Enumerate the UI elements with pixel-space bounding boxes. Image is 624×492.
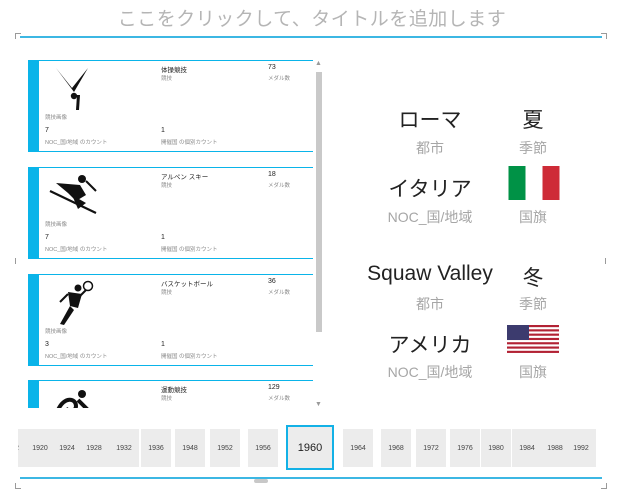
sport-card[interactable]: 競技画像 バスケットボール 競技 36 メダル数 3 NOC_国/地域 のカウン… bbox=[28, 274, 313, 366]
usa-flag-icon bbox=[507, 325, 559, 353]
summer-city-label: 都市 bbox=[416, 140, 444, 156]
winter-flag-label: 国旗 bbox=[519, 364, 547, 380]
medal-count: 36 bbox=[268, 278, 276, 285]
host-count-label: 開催国 の個別カウント bbox=[161, 140, 218, 146]
year-tile[interactable]: 1948 bbox=[175, 429, 205, 467]
summer-season-label: 季節 bbox=[519, 140, 547, 156]
summer-season: 夏 bbox=[522, 109, 544, 132]
card-divider bbox=[39, 380, 313, 381]
year-timeline-slicer[interactable]: 2 1920 1924 1928 1932 1936 1948 1952 195… bbox=[18, 425, 603, 470]
resize-handle-right[interactable] bbox=[605, 258, 606, 264]
card-accent-bar bbox=[28, 60, 39, 152]
scrollbar-thumb[interactable] bbox=[316, 72, 322, 332]
year-tile[interactable]: 1952 bbox=[210, 429, 240, 467]
card-divider bbox=[39, 167, 313, 168]
resize-corner-bottom-right[interactable] bbox=[601, 483, 607, 489]
card-image-label: 競技画像 bbox=[45, 115, 68, 121]
year-tile-selected[interactable]: 1960 bbox=[286, 425, 334, 470]
card-divider bbox=[39, 151, 313, 152]
card-list-scrollbar[interactable]: ▲ ▼ bbox=[314, 60, 323, 408]
card-divider bbox=[39, 365, 313, 366]
year-tile[interactable]: 1932 bbox=[109, 429, 139, 467]
sport-card-list[interactable]: 競技画像 体操競技 競技 73 メダル数 7 NOC_国/地域 のカウント 1 … bbox=[28, 60, 313, 408]
year-tile[interactable]: 1956 bbox=[248, 429, 278, 467]
year-tile[interactable]: 1920 bbox=[25, 429, 55, 467]
scroll-down-icon[interactable]: ▼ bbox=[315, 401, 322, 408]
host-count: 1 bbox=[161, 341, 165, 348]
sport-name: 運動競技 bbox=[161, 387, 187, 394]
medal-count: 73 bbox=[268, 64, 276, 71]
noc-count: 7 bbox=[45, 234, 49, 241]
winter-city: Squaw Valley bbox=[367, 262, 493, 285]
card-divider bbox=[39, 60, 313, 61]
year-tile[interactable]: 1936 bbox=[141, 429, 171, 467]
sport-name-label: 競技 bbox=[161, 290, 173, 296]
summer-city: ローマ bbox=[398, 109, 462, 132]
card-image-label: 競技画像 bbox=[45, 222, 68, 228]
noc-count-label: NOC_国/地域 のカウント bbox=[45, 354, 108, 360]
summer-noc-label: NOC_国/地域 bbox=[387, 209, 473, 225]
card-image-label: 競技画像 bbox=[45, 329, 68, 335]
card-divider bbox=[39, 274, 313, 275]
summer-flag-label: 国旗 bbox=[519, 209, 547, 225]
year-tile[interactable]: 1976 bbox=[450, 429, 480, 467]
year-tile[interactable]: 1992 bbox=[566, 429, 596, 467]
sport-name-label: 競技 bbox=[161, 76, 173, 82]
card-accent-bar bbox=[28, 274, 39, 366]
medal-count-label: メダル数 bbox=[268, 396, 291, 402]
year-tile[interactable]: 1980 bbox=[481, 429, 511, 467]
visual-frame-bottom-border bbox=[20, 477, 602, 479]
scroll-up-icon[interactable]: ▲ bbox=[315, 60, 322, 67]
card-accent-bar bbox=[28, 380, 39, 408]
sport-card[interactable]: 競技画像 体操競技 競技 73 メダル数 7 NOC_国/地域 のカウント 1 … bbox=[28, 60, 313, 152]
medal-count: 129 bbox=[268, 384, 280, 391]
title-placeholder[interactable]: ここをクリックして、タイトルを追加します bbox=[0, 4, 624, 31]
resize-handle-left[interactable] bbox=[15, 258, 16, 264]
year-tile[interactable]: 1972 bbox=[416, 429, 446, 467]
gymnastics-icon bbox=[56, 68, 88, 110]
resize-corner-top-right[interactable] bbox=[601, 33, 607, 39]
host-count: 1 bbox=[161, 127, 165, 134]
winter-noc: アメリカ bbox=[388, 334, 472, 357]
year-tile[interactable]: 1964 bbox=[343, 429, 373, 467]
alpine-skiing-icon bbox=[49, 175, 97, 214]
winter-noc-label: NOC_国/地域 bbox=[387, 364, 473, 380]
medal-count-label: メダル数 bbox=[268, 290, 291, 296]
year-tile[interactable]: 1968 bbox=[381, 429, 411, 467]
winter-season-label: 季節 bbox=[519, 296, 547, 312]
card-divider bbox=[39, 258, 313, 259]
winter-city-label: 都市 bbox=[416, 296, 444, 312]
year-tile[interactable]: 1984 bbox=[512, 429, 542, 467]
resize-handle-bottom[interactable] bbox=[254, 479, 268, 483]
host-count-label: 開催国 の個別カウント bbox=[161, 247, 218, 253]
resize-corner-top-left[interactable] bbox=[15, 33, 21, 39]
year-tile[interactable]: 1924 bbox=[52, 429, 82, 467]
resize-corner-bottom-left[interactable] bbox=[15, 483, 21, 489]
sport-name: バスケットボール bbox=[161, 281, 213, 288]
sport-card[interactable]: 運動競技 競技 129 メダル数 bbox=[28, 380, 313, 408]
sport-name-label: 競技 bbox=[161, 396, 173, 402]
noc-count: 7 bbox=[45, 127, 49, 134]
year-tile[interactable]: 1928 bbox=[79, 429, 109, 467]
sport-card[interactable]: 競技画像 アルペン スキー 競技 18 メダル数 7 NOC_国/地域 のカウン… bbox=[28, 167, 313, 259]
medal-count-label: メダル数 bbox=[268, 76, 291, 82]
sport-name-label: 競技 bbox=[161, 183, 173, 189]
noc-count: 3 bbox=[45, 341, 49, 348]
sport-name: アルペン スキー bbox=[161, 174, 209, 181]
sport-name: 体操競技 bbox=[161, 67, 187, 74]
winter-season: 冬 bbox=[522, 267, 544, 290]
noc-count-label: NOC_国/地域 のカウント bbox=[45, 140, 108, 146]
athletics-icon bbox=[56, 390, 89, 408]
visual-frame-top-border bbox=[20, 36, 602, 38]
basketball-icon bbox=[59, 280, 94, 325]
noc-count-label: NOC_国/地域 のカウント bbox=[45, 247, 108, 253]
host-count-label: 開催国 の個別カウント bbox=[161, 354, 218, 360]
italy-flag-icon bbox=[508, 166, 560, 200]
summer-noc: イタリア bbox=[388, 178, 472, 201]
medal-count: 18 bbox=[268, 171, 276, 178]
host-count: 1 bbox=[161, 234, 165, 241]
medal-count-label: メダル数 bbox=[268, 183, 291, 189]
card-accent-bar bbox=[28, 167, 39, 259]
